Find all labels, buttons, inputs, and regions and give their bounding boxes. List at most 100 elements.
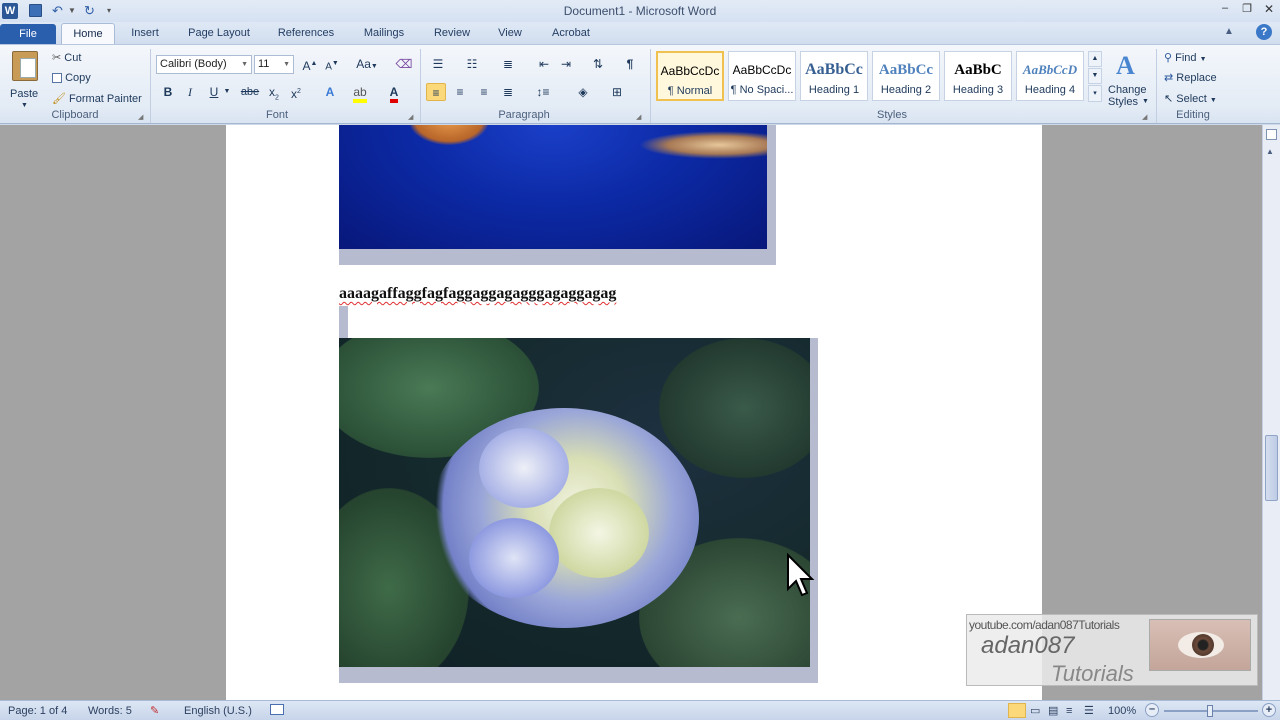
font-name-combo[interactable]: Calibri (Body) ▼ <box>156 55 252 74</box>
close-icon[interactable]: ✕ <box>1260 2 1278 18</box>
shrink-font-icon[interactable]: A▼ <box>322 55 342 73</box>
hydrangea-image[interactable] <box>339 338 810 667</box>
jellyfish-image[interactable] <box>339 125 767 249</box>
vertical-scrollbar[interactable]: ▲ <box>1262 125 1280 700</box>
draft-view-icon[interactable]: ☰ <box>1084 704 1094 718</box>
full-screen-reading-icon[interactable]: ▭ <box>1030 704 1040 718</box>
tab-review[interactable]: Review <box>424 26 480 44</box>
underline-icon[interactable]: U <box>204 83 224 101</box>
shading-icon[interactable]: ◈ <box>570 83 596 101</box>
justify-icon[interactable]: ≣ <box>498 83 518 101</box>
language[interactable]: English (U.S.) <box>184 704 252 718</box>
tab-insert[interactable]: Insert <box>120 26 170 44</box>
web-layout-icon[interactable]: ▤ <box>1048 704 1058 718</box>
clipboard-launcher-icon[interactable]: ◢ <box>138 113 143 121</box>
selection-marker <box>339 306 348 338</box>
watermark-subtitle: Tutorials <box>1051 661 1134 686</box>
underline-dropdown-icon[interactable]: ▼ <box>222 83 232 101</box>
paste-button[interactable]: Paste ▼ <box>6 49 44 109</box>
font-color-icon[interactable]: A <box>384 83 404 103</box>
style-no-spacing[interactable]: AaBbCcDc ¶ No Spaci... <box>728 51 796 101</box>
scroll-thumb[interactable] <box>1265 435 1278 501</box>
styles-group-label: Styles <box>877 109 907 121</box>
save-icon[interactable] <box>29 4 42 17</box>
align-center-icon[interactable]: ≡ <box>450 83 470 101</box>
numbering-icon[interactable]: ☷ <box>460 55 484 73</box>
styles-scroll-up-icon[interactable]: ▲ <box>1088 51 1102 67</box>
customize-quick-access-icon[interactable]: ▾ <box>107 4 111 18</box>
change-styles-label-2: Styles <box>1108 96 1138 108</box>
select-button[interactable]: ↖ Select ▼ <box>1164 92 1217 108</box>
change-case-icon[interactable]: Aa▼ <box>354 55 380 73</box>
style-heading-4[interactable]: AaBbCcD Heading 4 <box>1016 51 1084 101</box>
grow-font-icon[interactable]: A▲ <box>300 55 320 73</box>
zoom-level[interactable]: 100% <box>1108 704 1136 718</box>
bullets-icon[interactable]: ☰ <box>426 55 450 73</box>
text-effects-icon[interactable]: A <box>320 83 340 101</box>
style-heading-2[interactable]: AaBbCc Heading 2 <box>872 51 940 101</box>
watermark-url: youtube.com/adan087Tutorials <box>969 618 1120 632</box>
undo-dropdown-icon[interactable]: ▼ <box>68 4 76 18</box>
styles-scroll-down-icon[interactable]: ▼ <box>1088 68 1102 84</box>
tab-page-layout[interactable]: Page Layout <box>178 26 260 44</box>
zoom-slider-thumb[interactable] <box>1207 705 1213 717</box>
word-count[interactable]: Words: 5 <box>88 704 132 718</box>
ruler-toggle-icon[interactable] <box>1266 129 1277 140</box>
document-page[interactable]: aaaagaffaggfagfaggaggagagggagaggagag <box>226 125 1042 700</box>
style-heading-1[interactable]: AaBbCc Heading 1 <box>800 51 868 101</box>
minimize-ribbon-icon[interactable]: ▲ <box>1224 26 1234 37</box>
tab-view[interactable]: View <box>488 26 532 44</box>
document-heading[interactable]: aaaagaffaggfagfaggaggagagggagaggagag <box>339 285 616 303</box>
page-count[interactable]: Page: 1 of 4 <box>8 704 67 718</box>
tab-acrobat[interactable]: Acrobat <box>540 26 602 44</box>
proofing-icon[interactable]: ✎ <box>150 704 159 718</box>
superscript-icon[interactable]: x2 <box>286 83 306 101</box>
line-spacing-icon[interactable]: ↕≡ <box>530 83 556 101</box>
replace-button[interactable]: ⇄ Replace <box>1164 71 1217 85</box>
font-launcher-icon[interactable]: ◢ <box>408 113 413 121</box>
scroll-up-icon[interactable]: ▲ <box>1266 147 1274 156</box>
copy-button[interactable]: Copy <box>52 71 91 85</box>
paragraph-launcher-icon[interactable]: ◢ <box>636 113 641 121</box>
macro-recording-icon[interactable] <box>270 704 284 715</box>
word-app-icon[interactable]: W <box>2 3 18 19</box>
format-painter-button[interactable]: 🖌 Format Painter <box>52 92 142 106</box>
highlight-color-icon[interactable]: ab <box>350 83 370 103</box>
minimize-icon[interactable]: – <box>1216 2 1234 18</box>
style-heading-3[interactable]: AaBbC Heading 3 <box>944 51 1012 101</box>
styles-launcher-icon[interactable]: ◢ <box>1142 113 1147 121</box>
tab-mailings[interactable]: Mailings <box>352 26 416 44</box>
bold-icon[interactable]: B <box>158 83 178 101</box>
redo-icon[interactable]: ↻ <box>84 3 95 19</box>
align-right-icon[interactable]: ≡ <box>474 83 494 101</box>
tab-file[interactable]: File <box>0 24 56 44</box>
change-styles-button[interactable]: A Change Styles ▼ <box>1104 49 1152 109</box>
style-normal[interactable]: AaBbCcDc ¶ Normal <box>656 51 724 101</box>
tab-home[interactable]: Home <box>61 23 115 45</box>
status-bar: Page: 1 of 4 Words: 5 ✎ English (U.S.) ▭… <box>0 700 1280 720</box>
strikethrough-icon[interactable]: abe <box>238 83 262 101</box>
tab-references[interactable]: References <box>268 26 344 44</box>
help-icon[interactable]: ? <box>1256 24 1272 40</box>
italic-icon[interactable]: I <box>180 83 200 101</box>
maximize-icon[interactable]: ❐ <box>1238 2 1256 18</box>
show-formatting-icon[interactable]: ¶ <box>620 55 640 73</box>
zoom-in-icon[interactable]: + <box>1262 703 1276 717</box>
multilevel-list-icon[interactable]: ≣ <box>496 55 520 73</box>
font-size-combo[interactable]: 11 ▼ <box>254 55 294 74</box>
clear-formatting-icon[interactable]: ⌫ <box>394 55 414 73</box>
borders-icon[interactable]: ⊞ <box>604 83 630 101</box>
undo-icon[interactable]: ↶ <box>52 3 63 19</box>
decrease-indent-icon[interactable]: ⇤ <box>534 55 554 73</box>
style-preview: AaBbCcDc <box>660 64 720 78</box>
styles-more-icon[interactable]: ▾ <box>1088 85 1102 102</box>
zoom-out-icon[interactable]: – <box>1145 703 1159 717</box>
sort-icon[interactable]: ⇅ <box>588 55 608 73</box>
outline-view-icon[interactable]: ≡ <box>1066 704 1072 718</box>
increase-indent-icon[interactable]: ⇥ <box>556 55 576 73</box>
align-left-icon[interactable]: ≡ <box>426 83 446 101</box>
subscript-icon[interactable]: x2 <box>264 83 284 101</box>
cut-button[interactable]: ✂ Cut <box>52 51 81 65</box>
print-layout-view-icon[interactable] <box>1008 703 1026 718</box>
find-button[interactable]: ⚲ Find ▼ <box>1164 51 1207 67</box>
